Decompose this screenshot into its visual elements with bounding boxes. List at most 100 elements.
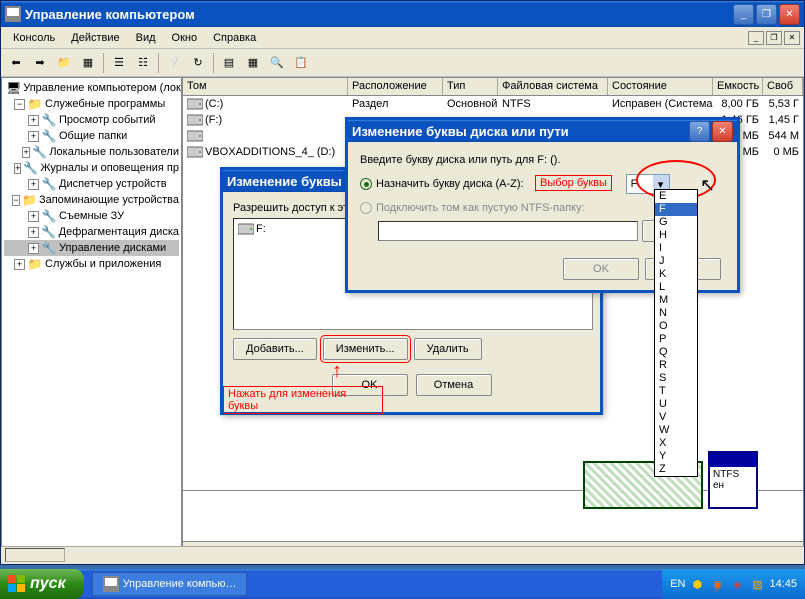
dropdown-option[interactable]: K	[655, 268, 697, 281]
add-button[interactable]: Добавить...	[233, 338, 317, 360]
ok-button[interactable]: OK	[563, 258, 639, 280]
dropdown-option[interactable]: Z	[655, 463, 697, 476]
column-header[interactable]: Состояние	[608, 78, 713, 95]
column-header[interactable]: Своб	[763, 78, 803, 95]
expand-icon[interactable]: +	[28, 227, 39, 238]
expand-icon[interactable]: +	[14, 163, 21, 174]
forward-button[interactable]: ➡	[29, 52, 51, 74]
view2-button[interactable]: ▦	[242, 52, 264, 74]
dropdown-option[interactable]: R	[655, 359, 697, 372]
help-button[interactable]: ?	[689, 121, 710, 142]
refresh-button[interactable]: ↻	[187, 52, 209, 74]
shield-icon[interactable]: ⬢	[689, 576, 705, 592]
system-tray[interactable]: EN ⬢ ◉ ◈ ▨ 14:45	[662, 569, 805, 599]
minimize-button[interactable]: _	[733, 4, 754, 25]
mdi-restore[interactable]: ❐	[766, 31, 782, 45]
mdi-close[interactable]: ✕	[784, 31, 800, 45]
volume-row[interactable]: (C:)РазделОсновнойNTFSИсправен (Система)…	[183, 96, 803, 112]
props2-button[interactable]: ☷	[132, 52, 154, 74]
menu-view[interactable]: Вид	[128, 30, 164, 46]
tree-item[interactable]: +🔧Журналы и оповещения пр	[4, 160, 179, 176]
up-button[interactable]: 📁	[53, 52, 75, 74]
dropdown-option[interactable]: P	[655, 333, 697, 346]
item-icon: 🔧	[41, 208, 57, 224]
expand-icon[interactable]: −	[12, 195, 20, 206]
close-button[interactable]: ✕	[779, 4, 800, 25]
expand-icon[interactable]: +	[14, 259, 25, 270]
mdi-minimize[interactable]: _	[748, 31, 764, 45]
change-button[interactable]: Изменить...	[323, 338, 408, 360]
dropdown-option[interactable]: M	[655, 294, 697, 307]
column-header[interactable]: Расположение	[348, 78, 443, 95]
show-button[interactable]: ▦	[77, 52, 99, 74]
radio-assign-letter[interactable]	[360, 178, 372, 190]
back-button[interactable]: ⬅	[5, 52, 27, 74]
view3-button[interactable]: 🔍	[266, 52, 288, 74]
tree-item[interactable]: +🔧Диспетчер устройств	[4, 176, 179, 192]
dropdown-option[interactable]: E	[655, 190, 697, 203]
props-button[interactable]: ☰	[108, 52, 130, 74]
dropdown-option[interactable]: S	[655, 372, 697, 385]
column-header[interactable]: Том	[183, 78, 348, 95]
tree-item[interactable]: +🔧Управление дисками	[4, 240, 179, 256]
menu-window[interactable]: Окно	[164, 30, 206, 46]
dropdown-option[interactable]: L	[655, 281, 697, 294]
tree-group[interactable]: −📁Служебные программы	[4, 96, 179, 112]
cancel-button[interactable]: Отмена	[416, 374, 492, 396]
dropdown-option[interactable]: I	[655, 242, 697, 255]
clock[interactable]: 14:45	[769, 578, 797, 590]
expand-icon[interactable]: +	[22, 147, 31, 158]
menu-help[interactable]: Справка	[205, 30, 264, 46]
column-header[interactable]: Тип	[443, 78, 498, 95]
dropdown-option[interactable]: U	[655, 398, 697, 411]
dialog2-titlebar[interactable]: Изменение буквы диска или пути ? ✕	[348, 120, 737, 142]
dropdown-option[interactable]: H	[655, 229, 697, 242]
menu-console[interactable]: Консоль	[5, 30, 63, 46]
ok-button[interactable]: OK	[332, 374, 408, 396]
dropdown-option[interactable]: V	[655, 411, 697, 424]
tree-item[interactable]: +🔧Общие папки	[4, 128, 179, 144]
tree-item[interactable]: +🔧Локальные пользователи	[4, 144, 179, 160]
expand-icon[interactable]: +	[28, 115, 39, 126]
network-icon[interactable]: ◈	[729, 576, 745, 592]
dropdown-option[interactable]: O	[655, 320, 697, 333]
dropdown-option[interactable]: G	[655, 216, 697, 229]
dropdown-option[interactable]: F	[655, 203, 697, 216]
expand-icon[interactable]: +	[28, 131, 39, 142]
dropdown-option[interactable]: T	[655, 385, 697, 398]
language-indicator[interactable]: EN	[670, 578, 685, 590]
view1-button[interactable]: ▤	[218, 52, 240, 74]
tree-item[interactable]: +🔧Съемные ЗУ	[4, 208, 179, 224]
expand-icon[interactable]: −	[14, 99, 25, 110]
tree-root[interactable]: 🖥Управление компьютером (локальным)	[4, 80, 179, 96]
folder-icon: 📁	[27, 256, 43, 272]
tree-group[interactable]: +📁Службы и приложения	[4, 256, 179, 272]
dropdown-option[interactable]: J	[655, 255, 697, 268]
close-button[interactable]: ✕	[712, 121, 733, 142]
taskbar-app-button[interactable]: Управление компью…	[92, 572, 248, 596]
dropdown-option[interactable]: W	[655, 424, 697, 437]
tree-item[interactable]: +🔧Дефрагментация диска	[4, 224, 179, 240]
tree-group[interactable]: −📁Запоминающие устройства	[4, 192, 179, 208]
device-icon[interactable]: ▨	[749, 576, 765, 592]
tree-item[interactable]: +🔧Просмотр событий	[4, 112, 179, 128]
dropdown-option[interactable]: Y	[655, 450, 697, 463]
remove-button[interactable]: Удалить	[414, 338, 482, 360]
column-header[interactable]: Емкость	[713, 78, 763, 95]
dropdown-option[interactable]: Q	[655, 346, 697, 359]
view4-button[interactable]: 📋	[290, 52, 312, 74]
menu-action[interactable]: Действие	[63, 30, 127, 46]
partition-block[interactable]: NTFSен	[708, 451, 758, 509]
update-icon[interactable]: ◉	[709, 576, 725, 592]
maximize-button[interactable]: ❐	[756, 4, 777, 25]
expand-icon[interactable]: +	[28, 243, 39, 254]
titlebar[interactable]: Управление компьютером _ ❐ ✕	[1, 1, 804, 27]
expand-icon[interactable]: +	[28, 211, 39, 222]
column-header[interactable]: Файловая система	[498, 78, 608, 95]
expand-icon[interactable]: +	[28, 179, 39, 190]
start-button[interactable]: пуск	[0, 569, 84, 599]
dropdown-option[interactable]: N	[655, 307, 697, 320]
help-button[interactable]: ❔	[163, 52, 185, 74]
letter-dropdown[interactable]: EFGHIJKLMNOPQRSTUVWXYZ	[654, 189, 698, 477]
dropdown-option[interactable]: X	[655, 437, 697, 450]
